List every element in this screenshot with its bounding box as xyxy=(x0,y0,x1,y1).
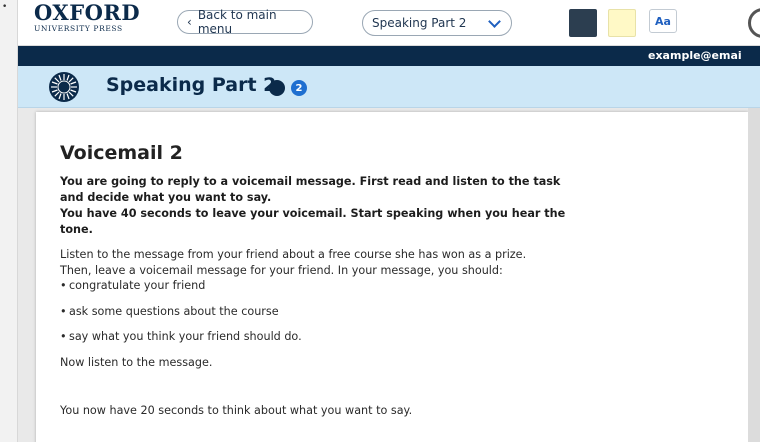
page-scrollbar[interactable] xyxy=(748,108,760,442)
font-size-button[interactable]: Aa xyxy=(649,9,677,33)
chevron-left-icon: ‹ xyxy=(187,15,192,29)
bullet-icon: • xyxy=(60,304,67,318)
yellow-theme-button[interactable] xyxy=(608,9,636,37)
bullet-text: congratulate your friend xyxy=(69,279,206,292)
intro-line-2: Then, leave a voicemail message for your… xyxy=(60,263,503,277)
task-panel: Voicemail 2 You are going to reply to a … xyxy=(36,112,748,442)
section-title-bar: Speaking Part 2 2 xyxy=(18,66,760,108)
logo-subtitle: UNIVERSITY PRESS xyxy=(34,24,123,33)
progress-dot-current: 2 xyxy=(291,80,307,96)
bullet-icon: • xyxy=(60,330,67,343)
back-button-label: Back to main menu xyxy=(197,8,277,36)
instruction-1: You are going to reply to a voicemail me… xyxy=(60,175,561,204)
list-item: • ask some questions about the course xyxy=(60,304,580,320)
sun-logo-icon xyxy=(49,72,79,102)
side-strip: • xyxy=(0,0,18,442)
section-select-value: Speaking Part 2 xyxy=(372,16,467,30)
page-title: Speaking Part 2 xyxy=(106,74,277,96)
app-window: • OXFORD UNIVERSITY PRESS ‹ Back to main… xyxy=(0,0,760,442)
instruction-2: You have 40 seconds to leave your voicem… xyxy=(60,207,566,236)
list-item: • say what you think your friend should d… xyxy=(60,329,580,345)
list-item: • congratulate your friend xyxy=(60,278,580,294)
bullet-text: say what you think your friend should do… xyxy=(69,330,302,343)
now-listen-text: Now listen to the message. xyxy=(60,355,213,369)
pin-icon: • xyxy=(2,2,8,12)
chevron-down-icon xyxy=(488,15,501,28)
bullet-text: ask some questions about the course xyxy=(69,304,279,318)
bullet-icon: • xyxy=(60,279,67,292)
user-email: example@emai xyxy=(648,49,742,62)
dark-theme-button[interactable] xyxy=(569,9,597,37)
task-content: Voicemail 2 You are going to reply to a … xyxy=(60,142,580,419)
task-heading: Voicemail 2 xyxy=(60,142,183,164)
logo-wordmark: OXFORD xyxy=(34,0,141,25)
progress-dot-1 xyxy=(269,80,285,96)
top-toolbar: OXFORD UNIVERSITY PRESS ‹ Back to main m… xyxy=(18,0,760,46)
oxford-logo: OXFORD UNIVERSITY PRESS xyxy=(34,0,144,34)
task-bullet-list: • congratulate your friend • ask some ques… xyxy=(60,278,580,345)
think-prompt-text: You now have 20 seconds to think about w… xyxy=(60,404,413,417)
profile-circle-icon[interactable] xyxy=(748,8,760,38)
section-select[interactable]: Speaking Part 2 xyxy=(362,10,512,36)
user-bar: example@emai xyxy=(18,46,760,66)
back-to-menu-button[interactable]: ‹ Back to main menu xyxy=(177,8,313,36)
intro-line-1: Listen to the message from your friend a… xyxy=(60,248,527,261)
